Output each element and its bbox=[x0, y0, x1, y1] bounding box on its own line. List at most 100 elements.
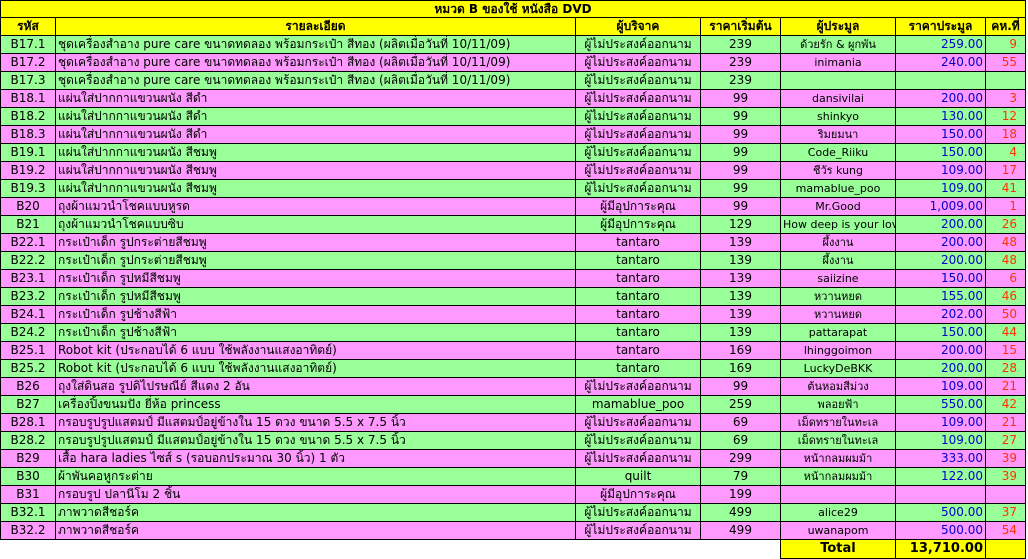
table-row: B32.1 ภาพวาดสีชอร์ค ผู้ไม่ประสงค์ออกนาม 499… bbox=[0, 503, 1026, 522]
item-donor: tantaro bbox=[575, 359, 701, 378]
item-detail: เครื่องปิ้งขนมปัง ยี่ห้อ princess bbox=[55, 395, 576, 414]
item-bidder: uwanapom bbox=[780, 521, 896, 540]
item-comment-no bbox=[985, 71, 1026, 90]
item-start-price: 239 bbox=[700, 53, 781, 72]
table-row: B19.2 แผ่นใส่ปากกาแขวนผนัง สีชมพู ผู้ไม่ปร… bbox=[0, 161, 1026, 180]
item-detail: ถุงใส่ดินสอ รูปดิไปรษณีย์ สีแดง 2 อัน bbox=[55, 377, 576, 396]
item-bid-price: 155.00 bbox=[895, 287, 986, 306]
item-bidder: Code_Riiku bbox=[780, 143, 896, 162]
item-comment-no: 9 bbox=[985, 35, 1026, 54]
table-row: B24.2 กระเป๋าเด็ก รูปช้างสีฟ้า tantaro 139 p… bbox=[0, 323, 1026, 342]
header-comment-no: คห.ที่ bbox=[985, 17, 1026, 36]
item-donor: ผู้ไม่ประสงค์ออกนาม bbox=[575, 413, 701, 432]
item-bid-price: 500.00 bbox=[895, 503, 986, 522]
item-bid-price: 109.00 bbox=[895, 431, 986, 450]
header-bid-price: ราคาประมูล bbox=[895, 17, 986, 36]
item-bidder: LuckyDeBKK bbox=[780, 359, 896, 378]
item-comment-no: 39 bbox=[985, 467, 1026, 486]
item-code: B23.2 bbox=[0, 287, 56, 306]
item-bid-price: 1,009.00 bbox=[895, 197, 986, 216]
item-bid-price: 200.00 bbox=[895, 89, 986, 108]
item-bidder: ต้นหอมสีม่วง bbox=[780, 377, 896, 396]
item-start-price: 69 bbox=[700, 413, 781, 432]
table-row: B24.1 กระเป๋าเด็ก รูปช้างสีฟ้า tantaro 139 ห… bbox=[0, 305, 1026, 324]
item-detail: ถุงผ้าแมวนำโชคแบบซิบ bbox=[55, 215, 576, 234]
item-bid-price: 259.00 bbox=[895, 35, 986, 54]
item-detail: ถุงผ้าแมวนำโชคแบบหูรด bbox=[55, 197, 576, 216]
item-bid-price bbox=[895, 485, 986, 504]
item-detail: ชุดเครื่องสำอาง pure care ขนาดทดลอง พร้อ… bbox=[55, 35, 576, 54]
header-bidder: ผู้ประมูล bbox=[780, 17, 896, 36]
item-code: B29 bbox=[0, 449, 56, 468]
item-bid-price: 109.00 bbox=[895, 161, 986, 180]
item-code: B19.1 bbox=[0, 143, 56, 162]
header-start-price: ราคาเริ่มต้น bbox=[700, 17, 781, 36]
item-bidder: shinkyo bbox=[780, 107, 896, 126]
item-comment-no: 3 bbox=[985, 89, 1026, 108]
item-bid-price: 202.00 bbox=[895, 305, 986, 324]
item-start-price: 169 bbox=[700, 341, 781, 360]
item-start-price: 499 bbox=[700, 521, 781, 540]
item-donor: ผู้ไม่ประสงค์ออกนาม bbox=[575, 107, 701, 126]
item-code: B23.1 bbox=[0, 269, 56, 288]
item-bid-price: 550.00 bbox=[895, 395, 986, 414]
item-bidder: Mr.Good bbox=[780, 197, 896, 216]
item-code: B19.2 bbox=[0, 161, 56, 180]
item-donor: tantaro bbox=[575, 251, 701, 270]
item-start-price: 139 bbox=[700, 323, 781, 342]
item-detail: กรอบรูปรูปแสตมป์ มีแสตมป์อยู่ข้างใน 15 ด… bbox=[55, 431, 576, 450]
item-bid-price: 122.00 bbox=[895, 467, 986, 486]
item-start-price: 99 bbox=[700, 377, 781, 396]
item-comment-no: 15 bbox=[985, 341, 1026, 360]
item-start-price: 139 bbox=[700, 305, 781, 324]
item-donor: ผู้ไม่ประสงค์ออกนาม bbox=[575, 89, 701, 108]
item-detail: Robot kit (ประกอบได้ 6 แบบ ใช้พลังงานแสง… bbox=[55, 359, 576, 378]
item-start-price: 239 bbox=[700, 71, 781, 90]
item-detail: กระเป๋าเด็ก รูปช้างสีฟ้า bbox=[55, 305, 576, 324]
table-row: B22.1 กระเป๋าเด็ก รูปกระต่ายสีชมพู tantaro… bbox=[0, 233, 1026, 252]
item-detail: กระเป๋าเด็ก รูปช้างสีฟ้า bbox=[55, 323, 576, 342]
item-comment-no: 12 bbox=[985, 107, 1026, 126]
item-detail: ชุดเครื่องสำอาง pure care ขนาดทดลอง พร้อ… bbox=[55, 71, 576, 90]
total-row: Total 13,710.00 bbox=[0, 539, 1026, 559]
item-detail: แผ่นใส่ปากกาแขวนผนัง สีชมพู bbox=[55, 179, 576, 198]
item-start-price: 239 bbox=[700, 35, 781, 54]
item-comment-no: 48 bbox=[985, 233, 1026, 252]
table-row: B18.1 แผ่นใส่ปากกาแขวนผนัง สีดำ ผู้ไม่ประส… bbox=[0, 89, 1026, 108]
table-row: B29 เสื้อ hara ladies ไซส์ s (รอบอกประมาณ… bbox=[0, 449, 1026, 468]
item-comment-no: 41 bbox=[985, 179, 1026, 198]
item-bid-price: 500.00 bbox=[895, 521, 986, 540]
item-code: B18.3 bbox=[0, 125, 56, 144]
item-comment-no: 54 bbox=[985, 521, 1026, 540]
item-start-price: 299 bbox=[700, 449, 781, 468]
item-bidder: alice29 bbox=[780, 503, 896, 522]
table-row: B19.3 แผ่นใส่ปากกาแขวนผนัง สีชมพู ผู้ไม่ปร… bbox=[0, 179, 1026, 198]
sheet-title: หมวด B ของใช้ หนังสือ DVD bbox=[0, 0, 1026, 18]
item-bidder: mamablue_poo bbox=[780, 179, 896, 198]
item-comment-no: 17 bbox=[985, 161, 1026, 180]
item-start-price: 499 bbox=[700, 503, 781, 522]
item-donor: tantaro bbox=[575, 269, 701, 288]
item-code: B17.1 bbox=[0, 35, 56, 54]
item-bidder: เม็ดทรายในทะเล bbox=[780, 413, 896, 432]
item-donor: tantaro bbox=[575, 305, 701, 324]
item-bidder bbox=[780, 71, 896, 90]
header-row: รหัส รายละเอียด ผู้บริจาค ราคาเริ่มต้น ผ… bbox=[0, 17, 1026, 36]
table-row: B31 กรอบรูป ปลานีโม 2 ชิ้น ผู้มีอุปการะคุณ… bbox=[0, 485, 1026, 504]
table-row: B28.1 กรอบรูปรูปแสตมป์ มีแสตมป์อยู่ข้างใน… bbox=[0, 413, 1026, 432]
title-row: หมวด B ของใช้ หนังสือ DVD bbox=[0, 0, 1026, 18]
item-comment-no: 42 bbox=[985, 395, 1026, 414]
item-bidder: pattarapat bbox=[780, 323, 896, 342]
item-bidder: ผึ้งงาน bbox=[780, 251, 896, 270]
item-comment-no: 1 bbox=[985, 197, 1026, 216]
item-bidder: ชีวัร kung bbox=[780, 161, 896, 180]
header-detail: รายละเอียด bbox=[55, 17, 576, 36]
item-bidder: ด้วยรัก & ผูกพัน bbox=[780, 35, 896, 54]
item-code: B28.2 bbox=[0, 431, 56, 450]
table-row: B28.2 กรอบรูปรูปแสตมป์ มีแสตมป์อยู่ข้างใน… bbox=[0, 431, 1026, 450]
item-start-price: 99 bbox=[700, 161, 781, 180]
item-donor: ผู้ไม่ประสงค์ออกนาม bbox=[575, 125, 701, 144]
item-detail: กรอบรูปรูปแสตมป์ มีแสตมป์อยู่ข้างใน 15 ด… bbox=[55, 413, 576, 432]
item-bidder: dansivilai bbox=[780, 89, 896, 108]
item-donor: tantaro bbox=[575, 323, 701, 342]
